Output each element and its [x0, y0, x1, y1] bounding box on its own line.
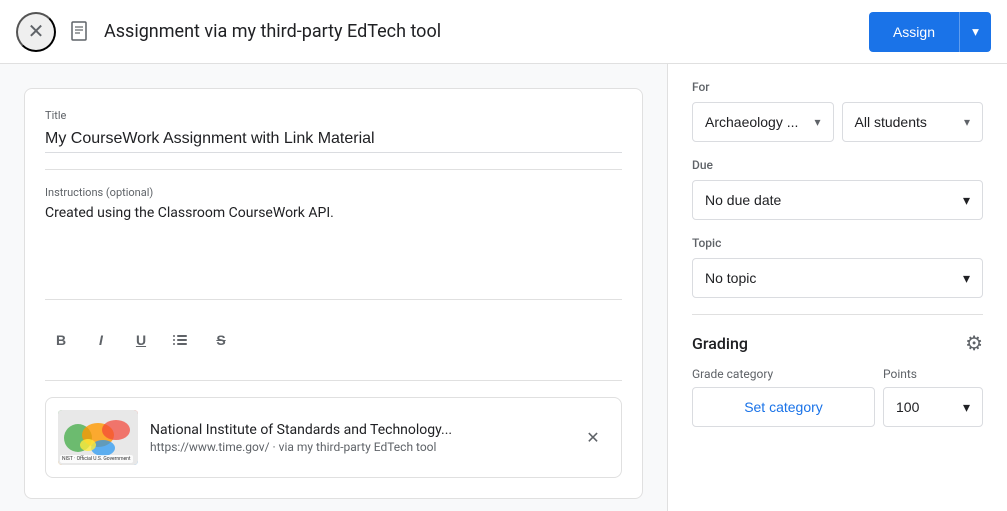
underline-button[interactable]: U — [125, 324, 157, 356]
doc-icon — [64, 16, 96, 48]
for-select-row: Archaeology ... ▾ All students ▾ — [692, 102, 983, 142]
topic-value: No topic — [705, 270, 756, 286]
gear-icon[interactable]: ⚙ — [965, 331, 983, 355]
instructions-section: Instructions (optional) Created using th… — [45, 186, 622, 283]
left-panel: Title Instructions (optional) Created us… — [0, 64, 667, 511]
assign-dropdown-icon: ▾ — [972, 24, 979, 40]
points-col: Points 100 ▾ — [883, 367, 983, 427]
class-chevron: ▾ — [814, 115, 820, 129]
points-label: Points — [883, 367, 983, 381]
for-label: For — [692, 80, 983, 94]
topbar: ✕ Assignment via my third-party EdTech t… — [0, 0, 1007, 64]
strikethrough-button[interactable]: S — [205, 324, 237, 356]
assignment-card: Title Instructions (optional) Created us… — [24, 88, 643, 499]
points-value: 100 — [896, 399, 919, 415]
grade-row: Grade category Set category Points 100 ▾ — [692, 367, 983, 427]
list-button[interactable] — [165, 324, 197, 356]
link-card: NIST · Official U.S. Government National… — [45, 397, 622, 478]
set-category-button[interactable]: Set category — [692, 387, 875, 427]
instructions-text[interactable]: Created using the Classroom CourseWork A… — [45, 203, 622, 283]
students-value: All students — [855, 114, 927, 130]
title-section: Title — [45, 109, 622, 153]
grading-divider — [692, 314, 983, 315]
topic-select[interactable]: No topic ▾ — [692, 258, 983, 298]
link-url: https://www.time.gov/ · via my third-par… — [150, 440, 565, 454]
toolbar-divider — [45, 299, 622, 300]
right-panel: For Archaeology ... ▾ All students ▾ Due… — [667, 64, 1007, 511]
formatting-toolbar: B I U S — [45, 316, 622, 364]
class-value: Archaeology ... — [705, 114, 798, 130]
due-chevron: ▾ — [963, 192, 970, 209]
students-chevron: ▾ — [964, 115, 970, 129]
link-info: National Institute of Standards and Tech… — [150, 422, 565, 454]
main-content: Title Instructions (optional) Created us… — [0, 64, 1007, 511]
link-remove-button[interactable]: ✕ — [577, 422, 609, 454]
assign-button-group: Assign ▾ — [869, 12, 991, 52]
due-date-select[interactable]: No due date ▾ — [692, 180, 983, 220]
assign-button[interactable]: Assign — [869, 12, 959, 52]
grade-category-col: Grade category Set category — [692, 367, 875, 427]
grading-title: Grading — [692, 334, 748, 353]
title-input[interactable] — [45, 126, 622, 153]
italic-button[interactable]: I — [85, 324, 117, 356]
students-select[interactable]: All students ▾ — [842, 102, 984, 142]
due-value: No due date — [705, 192, 781, 208]
link-thumbnail: NIST · Official U.S. Government — [58, 410, 138, 465]
link-remove-icon: ✕ — [586, 428, 599, 448]
title-divider — [45, 169, 622, 170]
topic-label: Topic — [692, 236, 983, 250]
assign-dropdown-button[interactable]: ▾ — [959, 12, 991, 52]
class-select[interactable]: Archaeology ... ▾ — [692, 102, 834, 142]
link-title: National Institute of Standards and Tech… — [150, 422, 565, 438]
grade-category-label: Grade category — [692, 367, 875, 381]
grading-header: Grading ⚙ — [692, 331, 983, 355]
page-title: Assignment via my third-party EdTech too… — [104, 21, 869, 42]
close-button[interactable]: ✕ — [16, 12, 56, 52]
due-label: Due — [692, 158, 983, 172]
points-select[interactable]: 100 ▾ — [883, 387, 983, 427]
topic-chevron: ▾ — [963, 270, 970, 287]
link-divider — [45, 380, 622, 381]
points-chevron: ▾ — [963, 399, 970, 416]
instructions-label: Instructions (optional) — [45, 186, 622, 199]
title-label: Title — [45, 109, 622, 122]
bold-button[interactable]: B — [45, 324, 77, 356]
close-icon: ✕ — [28, 19, 45, 44]
